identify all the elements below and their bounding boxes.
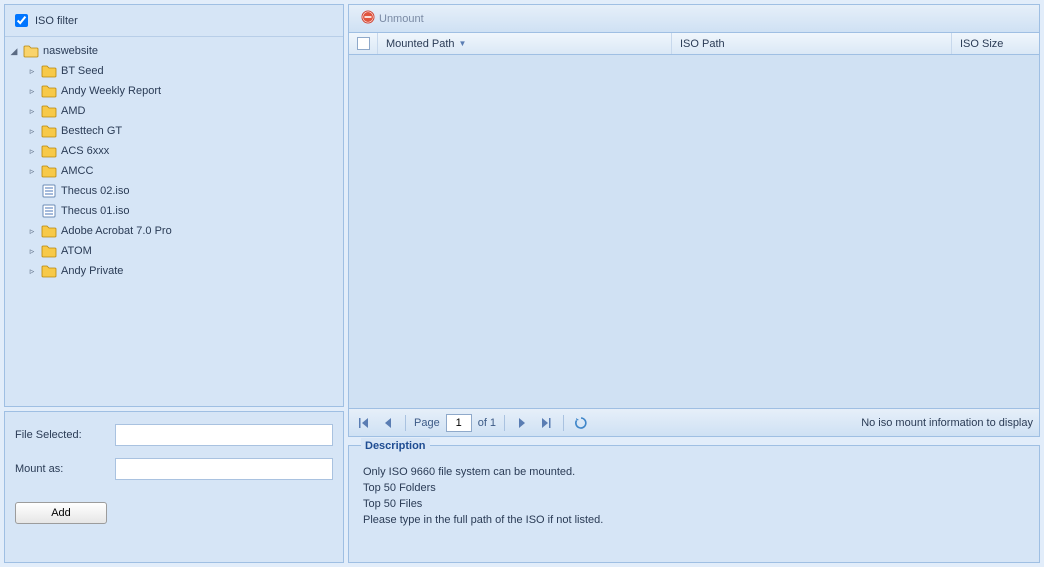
expand-toggle-icon[interactable]: ▹ xyxy=(27,166,37,176)
sort-asc-icon: ▼ xyxy=(459,39,467,48)
column-mounted-path-label: Mounted Path xyxy=(386,38,455,50)
last-page-button[interactable] xyxy=(537,414,555,432)
column-mounted-path[interactable]: Mounted Path ▼ xyxy=(377,33,671,54)
tree-node-label: Thecus 02.iso xyxy=(61,181,129,201)
iso-filter-checkbox[interactable] xyxy=(15,14,28,27)
iso-file-icon xyxy=(41,184,57,198)
file-selected-input[interactable] xyxy=(115,424,333,446)
grid-paging-toolbar: Page of 1 No iso mount information to di… xyxy=(349,408,1039,436)
expand-toggle-icon[interactable]: ▹ xyxy=(27,226,37,236)
description-title: Description xyxy=(361,438,430,454)
tree-node-label: Adobe Acrobat 7.0 Pro xyxy=(61,221,172,241)
iso-filter-row: ISO filter xyxy=(5,9,343,37)
folder-icon xyxy=(41,164,57,178)
folder-icon xyxy=(41,84,57,98)
expand-toggle-icon[interactable]: ◢ xyxy=(9,46,19,56)
tree-folder-item[interactable]: ▹ AMCC xyxy=(27,161,343,181)
add-button[interactable]: Add xyxy=(15,502,107,524)
tree-file-item[interactable]: Thecus 01.iso xyxy=(27,201,343,221)
folder-icon xyxy=(41,244,57,258)
iso-filter-label: ISO filter xyxy=(35,15,78,27)
expand-toggle-icon[interactable]: ▹ xyxy=(27,246,37,256)
tree-node-label: ACS 6xxx xyxy=(61,141,109,161)
first-page-button[interactable] xyxy=(355,414,373,432)
prev-page-button[interactable] xyxy=(379,414,397,432)
iso-file-icon xyxy=(41,204,57,218)
mount-as-input[interactable] xyxy=(115,458,333,480)
tree-node-label: Thecus 01.iso xyxy=(61,201,129,221)
tree-folder-root[interactable]: ◢ naswebsite xyxy=(9,41,343,61)
description-line: Please type in the full path of the ISO … xyxy=(363,512,1025,528)
column-iso-size-label: ISO Size xyxy=(960,38,1003,50)
tree-folder-item[interactable]: ▹ Besttech GT xyxy=(27,121,343,141)
tree-folder-item[interactable]: ▹ AMD xyxy=(27,101,343,121)
mounts-grid-panel: Unmount Mounted Path ▼ ISO Path ISO Size xyxy=(348,4,1040,437)
tree-node-label: ATOM xyxy=(61,241,92,261)
folder-icon xyxy=(41,104,57,118)
tree-node-label: BT Seed xyxy=(61,61,104,81)
mount-form-panel: File Selected: Mount as: Add xyxy=(4,411,344,563)
expand-toggle-icon[interactable]: ▹ xyxy=(27,126,37,136)
tree-folder-item[interactable]: ▹ Andy Weekly Report xyxy=(27,81,343,101)
description-line: Top 50 Folders xyxy=(363,480,1025,496)
folder-open-icon xyxy=(23,44,39,58)
page-input[interactable] xyxy=(446,414,472,432)
grid-toolbar: Unmount xyxy=(349,5,1039,33)
mount-as-label: Mount as: xyxy=(15,463,115,475)
tree-folder-item[interactable]: ▹ BT Seed xyxy=(27,61,343,81)
grid-empty-text: No iso mount information to display xyxy=(861,417,1033,429)
tree-node-label: naswebsite xyxy=(43,41,98,61)
select-all-checkbox[interactable] xyxy=(357,37,370,50)
page-label: Page xyxy=(414,417,440,429)
unmount-button[interactable]: Unmount xyxy=(355,8,430,29)
tree-node-label: AMCC xyxy=(61,161,93,181)
column-iso-path[interactable]: ISO Path xyxy=(671,33,951,54)
folder-icon xyxy=(41,144,57,158)
tree-folder-item[interactable]: ▹ ATOM xyxy=(27,241,343,261)
tree-node-label: Andy Weekly Report xyxy=(61,81,161,101)
description-line: Only ISO 9660 file system can be mounted… xyxy=(363,464,1025,480)
description-line: Top 50 Files xyxy=(363,496,1025,512)
unmount-icon xyxy=(361,10,375,27)
folder-icon xyxy=(41,224,57,238)
column-iso-path-label: ISO Path xyxy=(680,38,725,50)
tree-node-label: AMD xyxy=(61,101,85,121)
tree-folder-item[interactable]: ▹ Andy Private xyxy=(27,261,343,281)
file-selected-label: File Selected: xyxy=(15,429,115,441)
column-iso-size[interactable]: ISO Size xyxy=(951,33,1039,54)
tree-node-label: Besttech GT xyxy=(61,121,122,141)
expand-toggle-icon[interactable]: ▹ xyxy=(27,86,37,96)
tree-folder-item[interactable]: ▹ Adobe Acrobat 7.0 Pro xyxy=(27,221,343,241)
folder-icon xyxy=(41,64,57,78)
iso-tree-panel: ISO filter ◢ naswebsite ▹ BT Seed ▹ Andy Week… xyxy=(4,4,344,407)
tree-node-label: Andy Private xyxy=(61,261,123,281)
tree-file-item[interactable]: Thecus 02.iso xyxy=(27,181,343,201)
refresh-button[interactable] xyxy=(572,414,590,432)
expand-toggle-icon[interactable]: ▹ xyxy=(27,106,37,116)
expand-toggle-icon[interactable]: ▹ xyxy=(27,66,37,76)
page-of-label: of 1 xyxy=(478,417,496,429)
expand-toggle-icon[interactable]: ▹ xyxy=(27,146,37,156)
grid-header: Mounted Path ▼ ISO Path ISO Size xyxy=(349,33,1039,55)
tree-folder-item[interactable]: ▹ ACS 6xxx xyxy=(27,141,343,161)
folder-icon xyxy=(41,264,57,278)
description-panel: Description Only ISO 9660 file system ca… xyxy=(348,445,1040,563)
expand-toggle-icon[interactable]: ▹ xyxy=(27,266,37,276)
unmount-label: Unmount xyxy=(379,13,424,25)
folder-icon xyxy=(41,124,57,138)
next-page-button[interactable] xyxy=(513,414,531,432)
grid-body xyxy=(349,55,1039,408)
